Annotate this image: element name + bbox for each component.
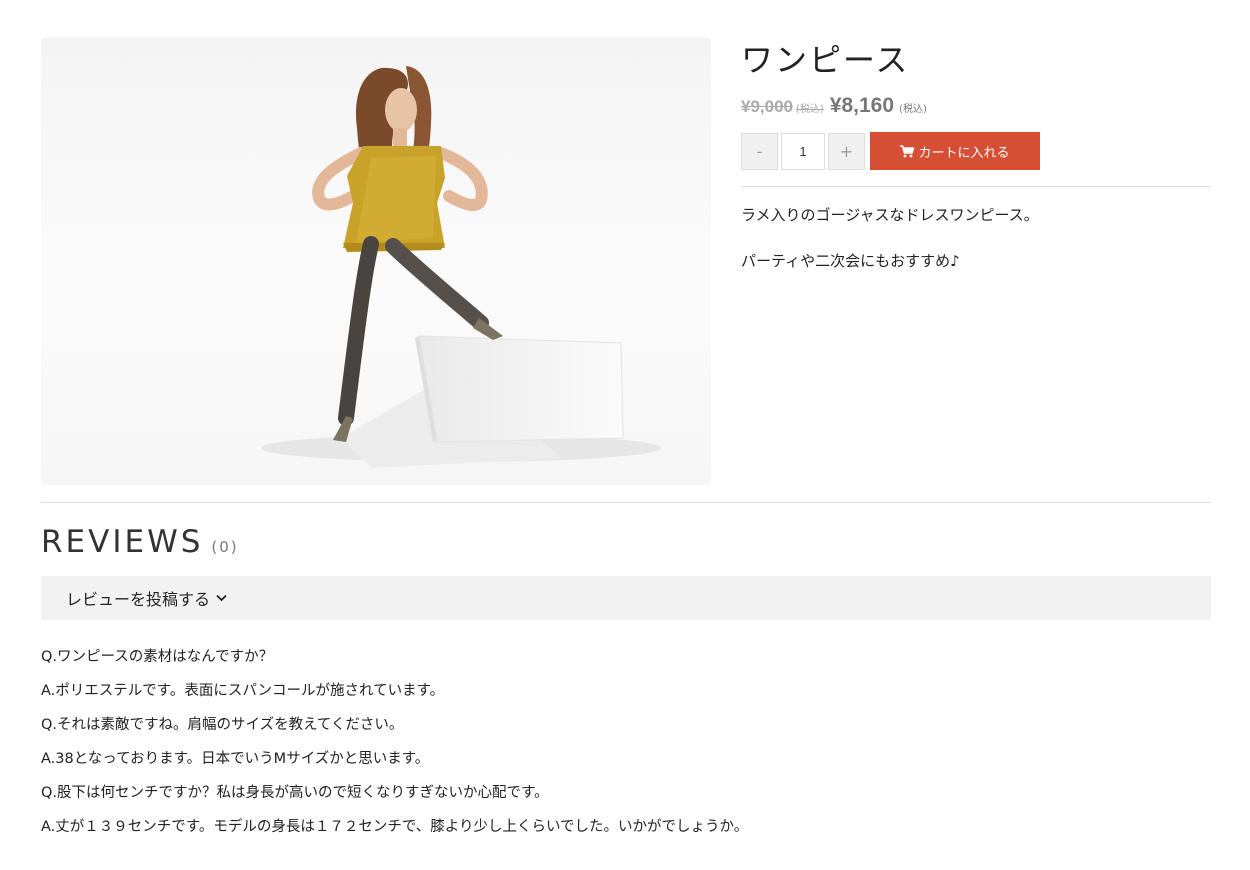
quantity-decrease-button[interactable]: - [741, 132, 778, 170]
reviews-title: REVIEWS [41, 524, 204, 560]
add-to-cart-label: カートに入れる [918, 145, 1010, 161]
product-title: ワンピース [741, 41, 910, 79]
original-price: ¥9,000 [741, 97, 793, 116]
cart-icon [900, 144, 915, 157]
qa-item: Q.股下は何センチですか？私は身長が高いので短くなりすぎないか心配です。 [41, 785, 549, 801]
price-row: ¥9,000 (税込) ¥8,160 (税込) [741, 94, 1211, 120]
sale-price-tax-label: (税込) [899, 104, 927, 115]
add-to-cart-row: - + カートに入れる [741, 132, 1211, 170]
post-review-toggle[interactable]: レビューを投稿する [41, 576, 1211, 620]
qa-item: A.38となっております。日本でいうMサイズかと思います。 [41, 751, 430, 767]
product-image [41, 38, 711, 485]
sale-price: ¥8,160 [829, 94, 895, 117]
qa-item: Q.それは素敵ですね。肩幅のサイズを教えてください。 [41, 717, 404, 733]
product-description-line: ラメ入りのゴージャスなドレスワンピース。 [741, 206, 1039, 224]
chevron-down-icon [216, 594, 227, 602]
product-info: ワンピース ¥9,000 (税込) ¥8,160 (税込) - + カートに入れ… [741, 38, 1211, 272]
qa-item: Q.ワンピースの素材はなんですか？ [41, 649, 274, 665]
reviews-count: (0) [211, 538, 239, 556]
original-price-tax-label: (税込) [796, 104, 824, 115]
section-divider [41, 502, 1211, 503]
quantity-increase-button[interactable]: + [828, 132, 865, 170]
info-divider [741, 186, 1211, 187]
reviews-header: REVIEWS (0) [41, 524, 239, 568]
model-photo [261, 66, 661, 468]
qa-list: Q.ワンピースの素材はなんですか？ A.ポリエステルです。表面にスパンコールが施… [41, 646, 1211, 850]
post-review-label: レビューを投稿する [66, 590, 211, 609]
product-description-line: パーティや二次会にもおすすめ♪ [741, 252, 960, 270]
qa-item: A.ポリエステルです。表面にスパンコールが施されています。 [41, 683, 445, 699]
quantity-input[interactable] [781, 132, 825, 170]
add-to-cart-button[interactable]: カートに入れる [870, 132, 1040, 170]
product-page: ワンピース ¥9,000 (税込) ¥8,160 (税込) - + カートに入れ… [0, 0, 1250, 870]
qa-item: A.丈が１３９センチです。モデルの身長は１７２センチで、膝より少し上くらいでした… [41, 819, 749, 835]
